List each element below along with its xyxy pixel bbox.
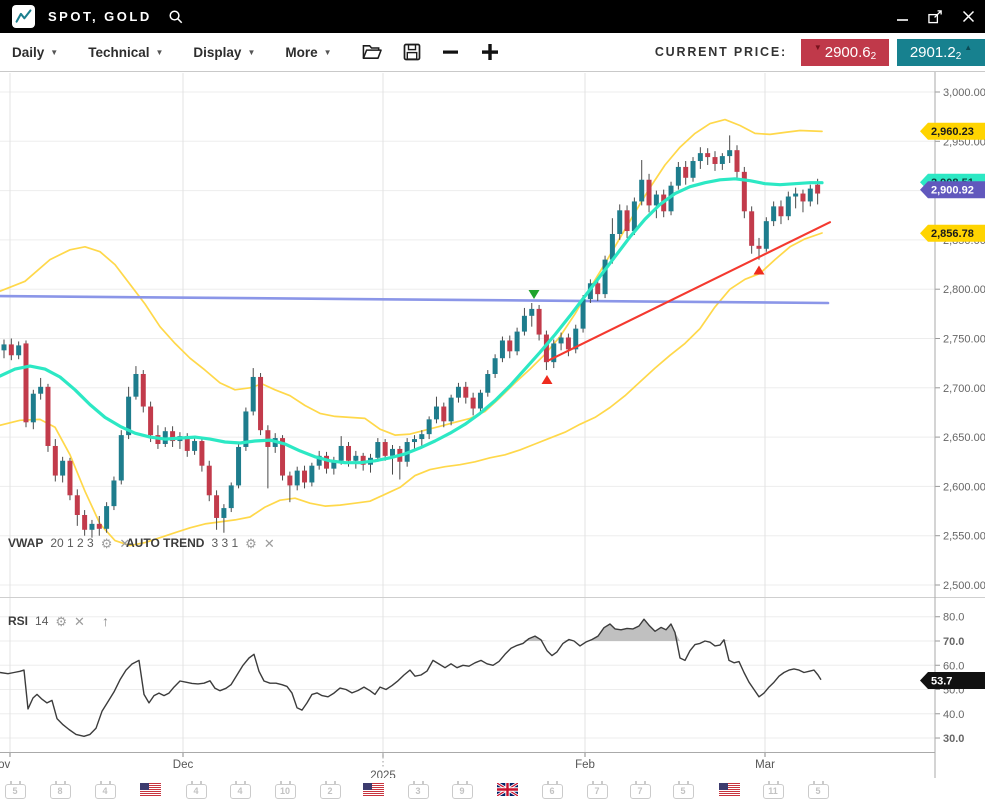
toolbar: Daily▼ Technical▼ Display▼ More▼ CURRENT… [0, 33, 985, 72]
svg-text:2,600.00: 2,600.00 [943, 481, 985, 493]
event-us-flag-icon[interactable] [719, 778, 740, 800]
event-us-flag-icon[interactable] [140, 778, 161, 800]
chart-canvas[interactable]: 3,000.002,950.002,900.002,850.002,800.00… [0, 72, 985, 778]
svg-text:3,000.00: 3,000.00 [943, 87, 985, 99]
event-calendar-icon[interactable]: 9 [452, 784, 473, 799]
bid-price-value: 2900.6 [825, 44, 871, 61]
zoom-in-button[interactable] [480, 42, 500, 62]
svg-text:2,900.92: 2,900.92 [931, 185, 974, 197]
event-calendar-icon[interactable]: 5 [808, 784, 829, 799]
svg-text:2,500.00: 2,500.00 [943, 580, 985, 592]
vwap-params: 20 1 2 3 [50, 536, 93, 550]
chevron-down-icon: ▼ [247, 48, 255, 57]
auto-trend-params: 3 3 1 [211, 536, 238, 550]
event-calendar-icon[interactable]: 7 [630, 784, 651, 799]
svg-text:Dec: Dec [173, 759, 194, 771]
event-calendar-icon[interactable]: 4 [230, 784, 251, 799]
rsi-move-up-icon[interactable]: ↑ [102, 613, 109, 629]
save-chart-button[interactable] [403, 43, 421, 61]
title-bar: SPOT, GOLD [0, 0, 985, 33]
bid-price-badge: ▼ 2900.62 [801, 39, 889, 66]
event-calendar-icon[interactable]: 5 [673, 784, 694, 799]
svg-text:2,700.00: 2,700.00 [943, 383, 985, 395]
rsi-params: 14 [35, 614, 48, 628]
auto-trend-settings-gear-icon[interactable]: ⚙ [245, 537, 257, 550]
svg-text:2,550.00: 2,550.00 [943, 531, 985, 543]
price-up-arrow-icon: ▲ [964, 43, 972, 52]
chevron-down-icon: ▼ [324, 48, 332, 57]
open-chart-button[interactable] [362, 43, 382, 61]
event-calendar-icon[interactable]: 4 [186, 784, 207, 799]
event-calendar-icon[interactable]: 8 [50, 784, 71, 799]
svg-text:Mar: Mar [755, 759, 775, 771]
svg-text:2,750.00: 2,750.00 [943, 334, 985, 346]
svg-text:2,856.78: 2,856.78 [931, 228, 974, 240]
event-calendar-icon[interactable]: 7 [587, 784, 608, 799]
svg-text:Nov: Nov [0, 759, 10, 771]
svg-text:2025: 2025 [370, 770, 396, 778]
event-calendar-icon[interactable]: 4 [95, 784, 116, 799]
zoom-out-button[interactable] [442, 44, 459, 60]
search-icon[interactable] [167, 8, 184, 25]
svg-text:40.0: 40.0 [943, 709, 964, 721]
event-calendar-icon[interactable]: 2 [320, 784, 341, 799]
price-down-arrow-icon: ▼ [814, 43, 822, 52]
rsi-name: RSI [8, 614, 28, 628]
vwap-indicator-legend: VWAP 20 1 2 3 ⚙ ✕ [8, 536, 130, 550]
current-price-label: CURRENT PRICE: [655, 45, 787, 59]
event-calendar-icon[interactable]: 10 [275, 784, 296, 799]
app-logo-icon [12, 5, 35, 28]
svg-text:2,650.00: 2,650.00 [943, 432, 985, 444]
menu-timeframe[interactable]: Daily▼ [12, 45, 58, 60]
svg-text:30.0: 30.0 [943, 733, 964, 745]
svg-text:80.0: 80.0 [943, 612, 964, 624]
svg-text:70.0: 70.0 [943, 636, 964, 648]
close-button[interactable] [962, 10, 975, 23]
vwap-settings-gear-icon[interactable]: ⚙ [101, 537, 113, 550]
auto-trend-remove-icon[interactable]: ✕ [264, 537, 275, 550]
economic-event-strip: 5 8 4 4 4 10 2 3 9 6 7 7 5 11 5 [0, 778, 985, 805]
ask-price-badge: 2901.22 ▲ [897, 39, 985, 66]
menu-display[interactable]: Display▼ [193, 45, 255, 60]
event-us-flag-icon[interactable] [363, 778, 384, 800]
rsi-settings-gear-icon[interactable]: ⚙ [55, 615, 67, 628]
event-calendar-icon[interactable]: 5 [5, 784, 26, 799]
event-calendar-icon[interactable]: 3 [408, 784, 429, 799]
event-uk-flag-icon[interactable] [497, 778, 518, 800]
auto-trend-name: AUTO TREND [126, 536, 204, 550]
event-calendar-icon[interactable]: 6 [542, 784, 563, 799]
svg-text:53.7: 53.7 [931, 676, 952, 688]
ask-price-value: 2901.2 [910, 44, 956, 61]
vwap-name: VWAP [8, 536, 43, 550]
popout-window-button[interactable] [927, 9, 944, 24]
svg-text:60.0: 60.0 [943, 660, 964, 672]
rsi-remove-icon[interactable]: ✕ [74, 615, 85, 628]
menu-more[interactable]: More▼ [285, 45, 331, 60]
rsi-indicator-legend: RSI 14 ⚙ ✕ ↑ [8, 613, 109, 629]
symbol-title: SPOT, GOLD [48, 9, 152, 24]
svg-text:Feb: Feb [575, 759, 595, 771]
svg-text:2,960.23: 2,960.23 [931, 126, 974, 138]
auto-trend-indicator-legend: AUTO TREND 3 3 1 ⚙ ✕ [126, 536, 275, 550]
chevron-down-icon: ▼ [155, 48, 163, 57]
chevron-down-icon: ▼ [50, 48, 58, 57]
svg-text:2,800.00: 2,800.00 [943, 284, 985, 296]
event-calendar-icon[interactable]: 11 [763, 784, 784, 799]
menu-technical[interactable]: Technical▼ [88, 45, 163, 60]
minimize-button[interactable] [896, 10, 909, 23]
